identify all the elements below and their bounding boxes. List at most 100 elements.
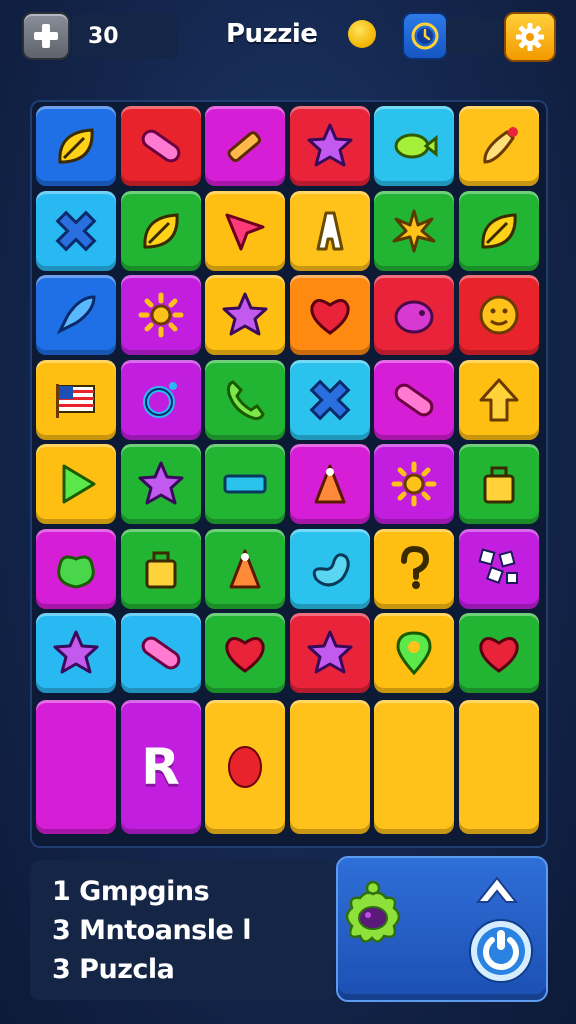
cone-icon [229, 549, 261, 588]
board-tile-tall[interactable]: R [120, 699, 201, 834]
leaf-icon [480, 212, 517, 248]
board-tile[interactable] [289, 275, 370, 355]
board-tile[interactable] [36, 359, 116, 440]
board-tile[interactable] [120, 528, 201, 609]
board-tile[interactable] [205, 528, 285, 609]
timer-button[interactable] [402, 12, 448, 60]
board-tile[interactable] [458, 444, 539, 524]
board-tile[interactable] [36, 275, 116, 355]
board-tile[interactable] [120, 444, 201, 524]
board-tile[interactable] [120, 106, 201, 186]
star-icon [307, 123, 352, 167]
pill-icon [141, 636, 180, 670]
board-tile[interactable] [458, 106, 539, 186]
plus-icon [34, 24, 58, 48]
action-panel [336, 856, 548, 1002]
heart-icon [225, 637, 265, 673]
info-line-1: 1 Gmpgins [52, 875, 210, 907]
board-tile-tall[interactable] [205, 699, 285, 834]
letter-a-icon [316, 211, 343, 250]
board-tile[interactable] [289, 190, 370, 271]
board-tile[interactable] [458, 275, 539, 355]
splat-icon [392, 209, 436, 252]
flag-icon [56, 383, 95, 418]
arrow-up-icon[interactable] [472, 872, 522, 908]
arrow-up-icon [479, 378, 518, 421]
board-tile[interactable] [36, 190, 116, 271]
smiley-icon [479, 295, 518, 335]
board-tile[interactable] [374, 275, 454, 355]
board-tile[interactable] [374, 444, 454, 524]
power-icon[interactable] [466, 916, 536, 986]
board-tile[interactable] [374, 613, 454, 693]
board-tile[interactable] [120, 275, 201, 355]
sun-icon [391, 461, 437, 507]
pig-icon [394, 300, 434, 334]
board-tile[interactable] [120, 359, 201, 440]
fish-icon [394, 133, 438, 159]
pill-icon [141, 129, 180, 163]
board-tile[interactable] [374, 528, 454, 609]
dice-icon [477, 547, 518, 584]
board-tile[interactable] [289, 444, 370, 524]
frog-icon [57, 555, 95, 589]
leaf-icon [58, 128, 94, 164]
timer-slot [446, 18, 502, 54]
board-tile[interactable] [458, 190, 539, 271]
rocket-icon [56, 295, 96, 335]
question-icon [401, 545, 430, 589]
brush-icon [482, 127, 518, 164]
add-button[interactable] [22, 12, 70, 60]
ring-icon [142, 381, 177, 418]
board-tile[interactable] [289, 613, 370, 693]
board-tile[interactable] [36, 528, 116, 609]
pencil-icon [227, 131, 261, 163]
settings-button[interactable] [504, 12, 556, 62]
tile-letter: R [141, 737, 180, 796]
board-tile[interactable] [289, 106, 370, 186]
board-tile[interactable] [289, 528, 370, 609]
top-bar: 30 Puzzie [0, 0, 576, 80]
board-tile[interactable] [205, 359, 285, 440]
board-tile-tall[interactable] [36, 699, 116, 834]
board-tile[interactable] [205, 190, 285, 271]
bag-icon [483, 466, 514, 504]
board-tile[interactable] [36, 613, 116, 693]
board-tile[interactable] [205, 106, 285, 186]
bag-icon [145, 551, 176, 588]
clock-icon [411, 22, 439, 50]
pin-icon [396, 631, 432, 676]
board-tile-tall[interactable] [374, 699, 454, 834]
board-tile[interactable] [374, 359, 454, 440]
board-tile[interactable] [289, 359, 370, 440]
sun-icon [138, 292, 183, 338]
bar-icon [223, 474, 267, 494]
monster-icon[interactable] [338, 874, 408, 954]
info-line-3: 3 Puzcla [52, 953, 175, 985]
board-tile[interactable] [120, 190, 201, 271]
star-icon [307, 630, 352, 674]
board-tile-tall[interactable] [458, 699, 539, 834]
star-icon [138, 461, 183, 505]
bean-icon [312, 552, 350, 586]
board-tile-tall[interactable] [289, 699, 370, 834]
board-tile[interactable] [374, 106, 454, 186]
board-tile[interactable] [120, 613, 201, 693]
cross-icon [55, 209, 97, 252]
coin-icon [348, 20, 376, 48]
board-tile[interactable] [205, 275, 285, 355]
board-tile[interactable] [36, 444, 116, 524]
star-icon [53, 630, 99, 674]
board-tile[interactable] [205, 444, 285, 524]
arrow-pointer-icon [225, 213, 265, 250]
board-tile[interactable] [205, 613, 285, 693]
heart-icon [478, 637, 519, 673]
play-icon [62, 464, 96, 504]
cross-icon [308, 378, 351, 421]
board-tile[interactable] [458, 528, 539, 609]
info-line-2: 3 Mntoansle l [52, 914, 251, 946]
board-tile[interactable] [374, 190, 454, 271]
board-tile[interactable] [36, 106, 116, 186]
board-tile[interactable] [458, 359, 539, 440]
board-tile[interactable] [458, 613, 539, 693]
